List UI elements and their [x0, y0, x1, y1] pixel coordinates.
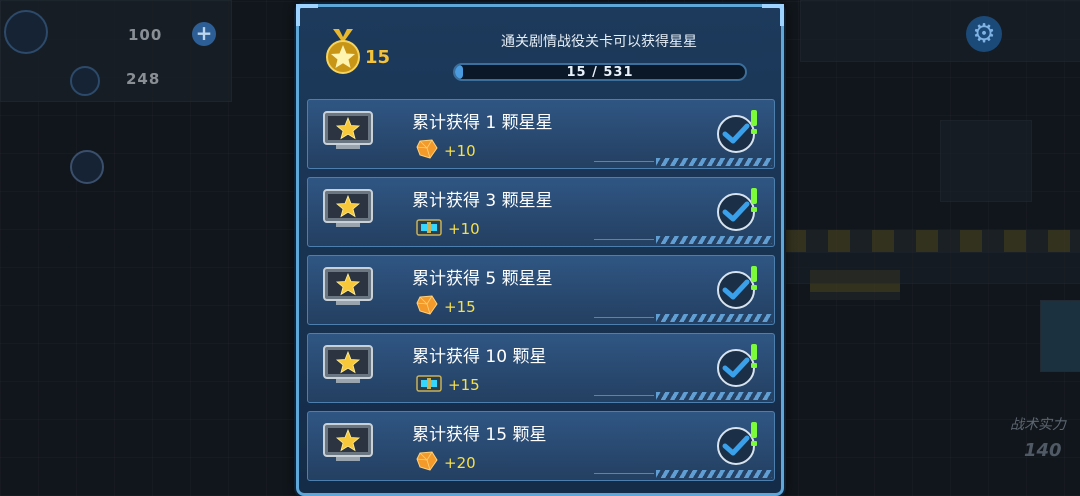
reward-item: +20 — [416, 451, 476, 475]
star-monitor-icon — [323, 345, 373, 383]
chest-icon — [416, 217, 442, 241]
star-monitor-icon — [323, 111, 373, 149]
progress-text: 15 / 531 — [566, 65, 634, 80]
reward-value: +10 — [444, 142, 476, 160]
reward-value: +10 — [448, 220, 480, 238]
claimed-check-icon[interactable] — [716, 186, 762, 232]
tactical-power-label: 战术实力 — [1010, 417, 1066, 433]
medal-count: 15 — [365, 47, 391, 68]
reward-value: +20 — [444, 454, 476, 472]
reward-title: 累计获得 15 颗星 — [412, 425, 547, 445]
claimed-check-icon[interactable] — [716, 264, 762, 310]
claimed-check-icon[interactable] — [716, 342, 762, 388]
tactical-power-value: 140 — [1024, 440, 1062, 461]
gem-icon — [416, 139, 438, 163]
reward-row-5[interactable]: 累计获得 15 颗星 +20 — [307, 411, 775, 481]
reward-value: +15 — [448, 376, 480, 394]
reward-title: 累计获得 3 颗星星 — [412, 191, 553, 211]
reward-row-2[interactable]: 累计获得 3 颗星星 +10 — [307, 177, 775, 247]
reward-title: 累计获得 1 颗星星 — [412, 113, 553, 133]
gem-icon — [416, 451, 438, 475]
resource-1-value: 100 — [128, 26, 163, 44]
gear-icon[interactable]: ⚙ — [966, 16, 1002, 52]
chest-icon — [416, 373, 442, 397]
reward-item: +15 — [416, 374, 480, 396]
claimed-check-icon[interactable] — [716, 420, 762, 466]
reward-row-3[interactable]: 累计获得 5 颗星星 +15 — [307, 255, 775, 325]
reward-row-1[interactable]: 累计获得 1 颗星星 +10 — [307, 99, 775, 169]
resource-2-value: 248 — [126, 70, 161, 88]
reward-title: 累计获得 5 颗星星 — [412, 269, 553, 289]
panel-header: 15 通关剧情战役关卡可以获得星星 15 / 531 — [299, 7, 781, 95]
star-monitor-icon — [323, 423, 373, 461]
star-monitor-icon — [323, 267, 373, 305]
hint-text: 通关剧情战役关卡可以获得星星 — [501, 34, 697, 50]
reward-item: +10 — [416, 218, 480, 240]
claimed-check-icon[interactable] — [716, 108, 762, 154]
star-rewards-panel: 15 通关剧情战役关卡可以获得星星 15 / 531 累计获得 1 颗星星 +1… — [296, 4, 784, 496]
gem-icon — [416, 295, 438, 319]
reward-title: 累计获得 10 颗星 — [412, 347, 547, 367]
reward-item: +15 — [416, 295, 476, 319]
reward-item: +10 — [416, 139, 476, 163]
star-monitor-icon — [323, 189, 373, 227]
medal-icon — [326, 29, 360, 74]
reward-value: +15 — [444, 298, 476, 316]
star-progress-bar: 15 / 531 — [453, 63, 747, 81]
reward-row-4[interactable]: 累计获得 10 颗星 +15 — [307, 333, 775, 403]
add-resource-button[interactable]: + — [192, 22, 216, 46]
